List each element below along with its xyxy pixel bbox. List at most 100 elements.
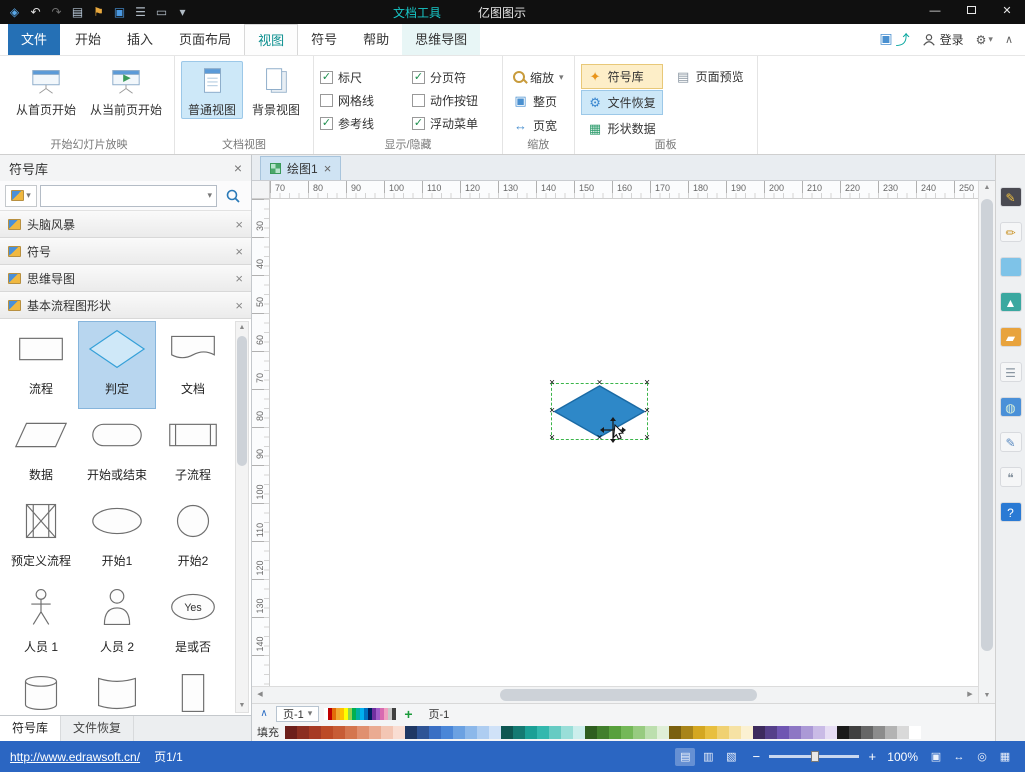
settings-gear-button[interactable]: ⚙▾	[976, 33, 993, 47]
drawing-canvas[interactable]: ××××××××	[270, 199, 978, 686]
fill-color-swatch[interactable]	[645, 726, 657, 739]
checkbox-ruler[interactable]: ✓标尺	[320, 66, 404, 89]
fill-color-swatch[interactable]	[501, 726, 513, 739]
fill-color-swatch[interactable]	[837, 726, 849, 739]
pen-icon[interactable]: ✏	[1000, 222, 1022, 242]
redo-icon[interactable]: ↷	[46, 0, 67, 24]
fill-color-swatch[interactable]	[333, 726, 345, 739]
search-button[interactable]	[220, 185, 246, 207]
fill-color-swatch[interactable]	[753, 726, 765, 739]
shape-decision[interactable]: 判定	[79, 322, 155, 408]
fill-color-swatch[interactable]	[825, 726, 837, 739]
tab-file[interactable]: 文件	[8, 24, 60, 55]
library-scrollbar[interactable]: ▲ ▼	[235, 321, 249, 713]
tab-home[interactable]: 开始	[62, 24, 114, 55]
undo-icon[interactable]: ↶	[25, 0, 46, 24]
scroll-right-button[interactable]: ▶	[962, 687, 978, 703]
zoom-slider-handle[interactable]	[811, 751, 819, 762]
fill-color-swatch[interactable]	[897, 726, 909, 739]
monitor-icon[interactable]: ▭	[151, 0, 172, 24]
fill-color-swatch[interactable]	[309, 726, 321, 739]
close-icon[interactable]: ×	[235, 244, 243, 259]
clipart-folder-icon[interactable]: ▰	[1000, 327, 1022, 347]
zoom-area-icon[interactable]: ◎	[972, 748, 992, 766]
scrollbar-thumb[interactable]	[981, 199, 993, 651]
tab-help[interactable]: 帮助	[350, 24, 402, 55]
fill-color-swatch[interactable]	[813, 726, 825, 739]
fill-color-swatch[interactable]	[465, 726, 477, 739]
fill-color-swatch[interactable]	[417, 726, 429, 739]
selection-handle[interactable]: ×	[644, 433, 650, 443]
panel-tab-library[interactable]: 符号库	[0, 716, 61, 741]
selection-handle[interactable]: ×	[644, 378, 650, 388]
fill-color-swatch[interactable]	[657, 726, 669, 739]
selection-handle[interactable]: ×	[549, 406, 555, 416]
shape-yes-or-no[interactable]: Yes是或否	[155, 580, 231, 666]
page-tab[interactable]: 页-1 ▾	[276, 706, 319, 722]
fill-color-swatch[interactable]	[453, 726, 465, 739]
fill-color-swatch[interactable]	[381, 726, 393, 739]
fill-color-swatch[interactable]	[789, 726, 801, 739]
print-icon[interactable]: ☰	[130, 0, 151, 24]
fill-color-swatch[interactable]	[729, 726, 741, 739]
maximize-button[interactable]	[953, 0, 989, 24]
search-input[interactable]	[41, 187, 207, 205]
close-icon[interactable]: ×	[235, 271, 243, 286]
grid-toggle-icon[interactable]: ▦	[995, 748, 1015, 766]
quickbar-dropdown-icon[interactable]: ▾	[172, 0, 193, 24]
fill-color-swatch[interactable]	[669, 726, 681, 739]
edrawsoft-link[interactable]: http://www.edrawsoft.cn/	[10, 750, 140, 764]
selection-handle[interactable]: ×	[644, 406, 650, 416]
shape-cylinder[interactable]	[3, 666, 79, 715]
fill-color-swatch[interactable]	[765, 726, 777, 739]
close-icon[interactable]: ×	[235, 298, 243, 313]
close-icon[interactable]: ×	[234, 160, 242, 176]
share-icon[interactable]: ⤴	[896, 30, 910, 50]
zoom-slider[interactable]	[769, 755, 859, 758]
print-preview-icon[interactable]: ▥	[698, 748, 718, 766]
tab-insert[interactable]: 插入	[114, 24, 166, 55]
fill-color-swatch[interactable]	[549, 726, 561, 739]
shape-tall-rectangle[interactable]	[155, 666, 231, 715]
fill-color-swatch[interactable]	[777, 726, 789, 739]
collapse-ribbon-button[interactable]: ∧	[1005, 33, 1013, 46]
tab-page-layout[interactable]: 页面布局	[166, 24, 244, 55]
fill-color-swatch[interactable]	[621, 726, 633, 739]
normal-view-button[interactable]: 普通视图	[181, 61, 243, 119]
zoom-out-button[interactable]: −	[749, 749, 763, 764]
help-icon[interactable]: ?	[1000, 502, 1022, 522]
login-button[interactable]: 登录	[922, 31, 964, 48]
expand-pages-button[interactable]: ∧	[257, 708, 271, 719]
shape-document[interactable]: 文档	[155, 322, 231, 408]
dropdown-icon[interactable]: ▾	[207, 190, 216, 201]
fill-color-swatch[interactable]	[429, 726, 441, 739]
close-button[interactable]: ✕	[989, 0, 1025, 24]
zoom-button[interactable]: 缩放▾	[509, 65, 568, 89]
fill-color-swatch[interactable]	[573, 726, 585, 739]
checkbox-gridlines[interactable]: 网格线	[320, 89, 404, 112]
background-view-button[interactable]: 背景视图	[245, 61, 307, 119]
web-icon[interactable]: ◍	[1000, 397, 1022, 417]
shape-curved-document[interactable]	[79, 666, 155, 715]
page-preview-button[interactable]: ▤页面预览	[669, 64, 751, 89]
fill-color-swatch[interactable]	[885, 726, 897, 739]
library-section-basic-flowchart-shapes[interactable]: 基本流程图形状×	[0, 292, 251, 319]
notes-icon[interactable]: ☰	[1000, 362, 1022, 382]
export-image-icon[interactable]: ▣	[879, 30, 892, 50]
comment-icon[interactable]: ❝	[1000, 467, 1022, 487]
fit-width-button[interactable]: ↔页宽	[509, 113, 568, 137]
selection-handle[interactable]: ×	[549, 378, 555, 388]
fill-color-swatch[interactable]	[693, 726, 705, 739]
fill-color-swatch[interactable]	[597, 726, 609, 739]
fill-color-swatch[interactable]	[681, 726, 693, 739]
from-first-page-button[interactable]: 从首页开始	[10, 61, 82, 119]
fill-color-swatch[interactable]	[633, 726, 645, 739]
task-doc-icon[interactable]: ✎	[1000, 432, 1022, 452]
fullscreen-icon[interactable]: ▧	[721, 748, 741, 766]
snapshot-icon[interactable]: ⚑	[88, 0, 109, 24]
from-current-page-button[interactable]: 从当前页开始	[84, 61, 168, 119]
shape-data[interactable]: 数据	[3, 408, 79, 494]
library-section-mindmap[interactable]: 思维导图×	[0, 265, 251, 292]
shape-start1[interactable]: 开始1	[79, 494, 155, 580]
save-icon[interactable]: ▣	[109, 0, 130, 24]
